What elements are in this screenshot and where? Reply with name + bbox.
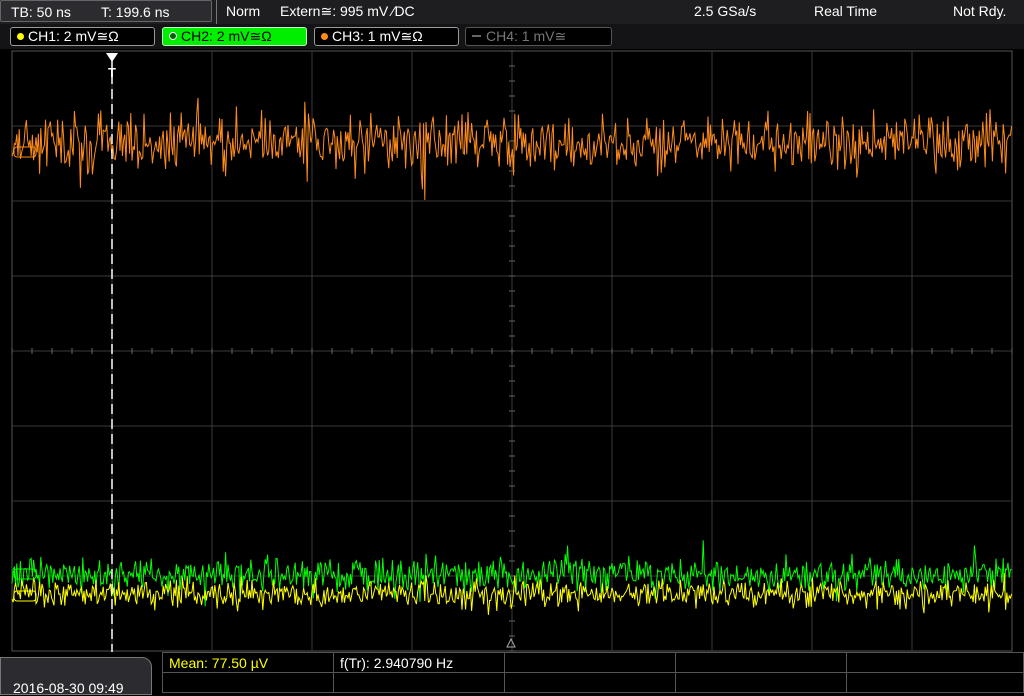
- status-separator: [216, 0, 217, 24]
- trigger-source[interactable]: Extern≅: 995 mV ∕DC: [280, 3, 415, 20]
- channel-1-label: CH1: 2 mV≅Ω: [28, 28, 119, 44]
- datetime-box: 2016-08-30 09:49: [0, 657, 152, 696]
- channel-2-button[interactable]: CH2: 2 mV≅Ω: [162, 27, 307, 46]
- ready-status: Not Rdy.: [953, 3, 1007, 19]
- measurement-cell-8[interactable]: [504, 672, 676, 693]
- channel-3-color-dot: [321, 33, 328, 40]
- timebase-readout[interactable]: TB: 50 ns: [11, 4, 71, 20]
- datetime-readout: 2016-08-30 09:49: [13, 680, 124, 696]
- mean-measurement: Mean: 77.50 µV: [169, 655, 269, 671]
- sample-rate[interactable]: 2.5 GSa/s: [694, 3, 756, 19]
- channel-1-color-dot: [17, 33, 24, 40]
- measurement-cell-7[interactable]: [333, 672, 505, 693]
- measurement-cell-3[interactable]: [504, 652, 676, 673]
- frequency-measurement: f(Tr): 2.940790 Hz: [340, 655, 454, 671]
- measurement-table: Mean: 77.50 µV f(Tr): 2.940790 Hz: [162, 652, 1024, 695]
- channel-3-label: CH3: 1 mV≅Ω: [332, 28, 423, 44]
- waveform-display[interactable]: T: [0, 49, 1024, 652]
- status-bar: TB: 50 ns T: 199.6 ns Norm Extern≅: 995 …: [0, 0, 1024, 24]
- measurement-cell-4[interactable]: [675, 652, 847, 673]
- measurement-cell-1[interactable]: Mean: 77.50 µV: [162, 652, 334, 673]
- measurement-cell-6[interactable]: [162, 672, 334, 693]
- trigger-time-readout[interactable]: T: 199.6 ns: [101, 4, 170, 20]
- channel-1-button[interactable]: CH1: 2 mV≅Ω: [10, 27, 155, 46]
- measurement-cell-10[interactable]: [846, 672, 1024, 693]
- trigger-mode[interactable]: Norm: [226, 3, 260, 19]
- measurement-bar: 2016-08-30 09:49 Mean: 77.50 µV f(Tr): 2…: [0, 652, 1024, 696]
- channel-4-off-icon: [472, 35, 481, 37]
- measurement-cell-2[interactable]: f(Tr): 2.940790 Hz: [333, 652, 505, 673]
- channel-bar: CH1: 2 mV≅Ω CH2: 2 mV≅Ω CH3: 1 mV≅Ω CH4:…: [0, 24, 1024, 49]
- trigger-t-marker-icon: T: [108, 65, 116, 80]
- channel-4-label: CH4: 1 mV≅: [486, 28, 567, 44]
- measurement-cell-5[interactable]: [846, 652, 1024, 673]
- channel-2-color-dot: [169, 32, 177, 40]
- channel-4-button[interactable]: CH4: 1 mV≅: [465, 27, 612, 46]
- timebase-box[interactable]: TB: 50 ns T: 199.6 ns: [0, 0, 212, 22]
- channel-3-button[interactable]: CH3: 1 mV≅Ω: [314, 27, 459, 46]
- channel-2-label: CH2: 2 mV≅Ω: [181, 28, 272, 44]
- measurement-cell-9[interactable]: [675, 672, 847, 693]
- acquire-mode[interactable]: Real Time: [814, 3, 877, 19]
